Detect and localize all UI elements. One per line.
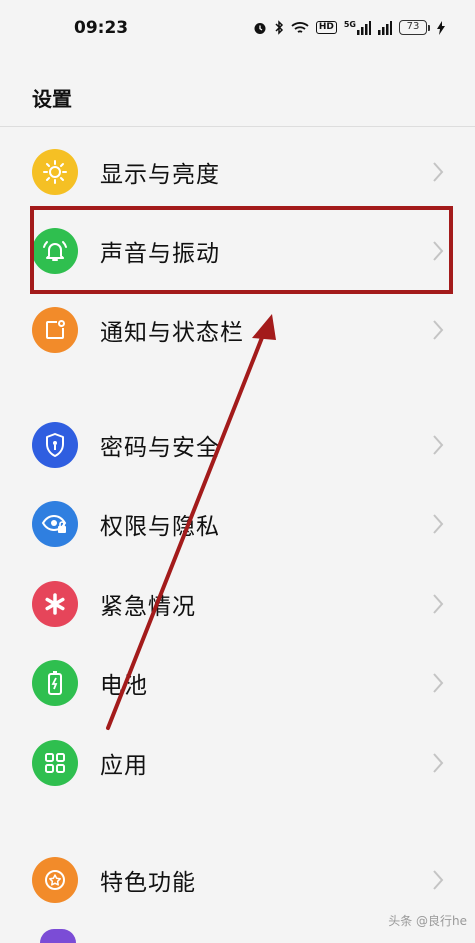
chevron-right-icon	[433, 514, 444, 534]
settings-item-privacy[interactable]: 权限与隐私	[0, 484, 475, 564]
signal-icon-2	[378, 20, 392, 35]
privacy-icon-circle	[32, 501, 78, 547]
sun-icon	[43, 160, 67, 184]
grid-icon	[45, 753, 65, 773]
settings-item-label: 紧急情况	[100, 594, 196, 620]
page-title: 设置	[32, 87, 72, 111]
apps-icon-circle	[32, 740, 78, 786]
chevron-right-icon	[433, 594, 444, 614]
signal-icon	[357, 20, 371, 35]
wifi-icon	[291, 21, 309, 33]
network-type-label: 5G	[343, 20, 356, 29]
features-icon-circle	[32, 857, 78, 903]
settings-item-notifications[interactable]: 通知与状态栏	[0, 290, 475, 370]
asterisk-icon	[45, 593, 65, 615]
next-item-icon-peek	[40, 929, 76, 943]
notification-icon	[46, 320, 65, 339]
battery-icon-circle	[32, 660, 78, 706]
settings-item-label: 权限与隐私	[100, 514, 220, 540]
settings-item-label: 密码与安全	[100, 435, 220, 461]
settings-item-label: 特色功能	[100, 870, 196, 896]
hd-badge: HD	[315, 21, 337, 34]
header-divider	[0, 126, 475, 127]
settings-item-label: 通知与状态栏	[100, 320, 244, 346]
chevron-right-icon	[433, 673, 444, 693]
eye-lock-icon	[41, 514, 67, 533]
settings-item-battery[interactable]: 电池	[0, 643, 475, 723]
notification-icon-circle	[32, 307, 78, 353]
battery-level: 73	[399, 20, 427, 35]
settings-item-display[interactable]: 显示与亮度	[0, 132, 475, 212]
watermark-text: 头条 @良行he	[388, 914, 467, 928]
settings-item-label: 电池	[100, 673, 148, 699]
settings-item-apps[interactable]: 应用	[0, 723, 475, 803]
settings-item-security[interactable]: 密码与安全	[0, 405, 475, 485]
chevron-right-icon	[433, 162, 444, 182]
watermark: 头条 @良行he	[388, 912, 467, 929]
settings-item-label: 显示与亮度	[100, 162, 220, 188]
status-bar: 09:23 HD 5G 73	[0, 0, 475, 58]
settings-item-features[interactable]: 特色功能	[0, 840, 475, 920]
display-icon-circle	[32, 149, 78, 195]
battery-indicator: 73	[399, 20, 430, 35]
charging-icon	[437, 20, 445, 35]
settings-item-label: 应用	[100, 753, 148, 779]
battery-icon	[48, 671, 62, 695]
chevron-right-icon	[433, 435, 444, 455]
status-icons: HD 5G 73	[253, 20, 445, 35]
emergency-icon-circle	[32, 581, 78, 627]
alarm-icon	[254, 22, 266, 34]
status-time: 09:23	[74, 18, 129, 38]
chevron-right-icon	[433, 753, 444, 773]
bluetooth-icon	[275, 20, 283, 35]
settings-item-emergency[interactable]: 紧急情况	[0, 564, 475, 644]
shield-icon	[46, 433, 64, 457]
battery-tip	[428, 24, 430, 31]
highlight-box	[30, 206, 453, 294]
chevron-right-icon	[433, 870, 444, 890]
chevron-right-icon	[433, 320, 444, 340]
security-icon-circle	[32, 422, 78, 468]
star-icon	[45, 870, 65, 890]
